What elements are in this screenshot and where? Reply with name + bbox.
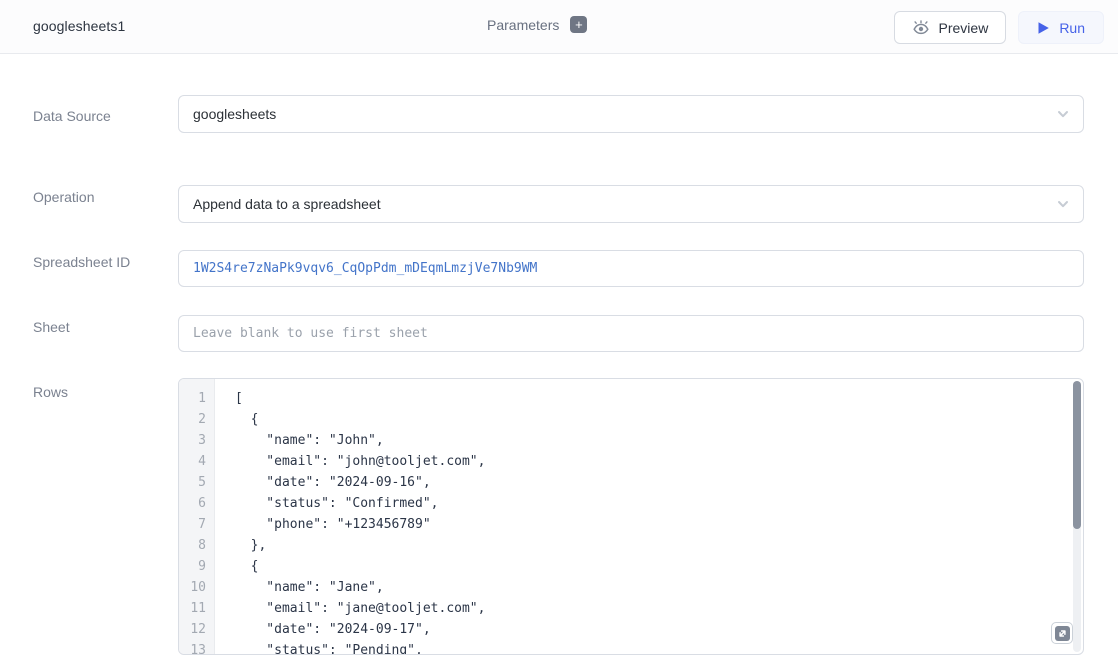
run-button[interactable]: Run (1018, 11, 1104, 44)
code-line: "email": "john@tooljet.com", (235, 451, 1083, 472)
line-number: 2 (179, 409, 206, 430)
line-number: 7 (179, 514, 206, 535)
parameters-group: Parameters + (487, 16, 587, 33)
sheet-label: Sheet (33, 319, 70, 335)
code-line: "status": "Pending", (235, 640, 1083, 654)
expand-editor-button[interactable] (1051, 622, 1073, 644)
query-editor-page: { "colors": { "accent_blue": "#4662e8", … (0, 0, 1118, 667)
play-icon (1037, 21, 1050, 35)
eye-icon (912, 20, 930, 35)
code-line: { (235, 409, 1083, 430)
line-number: 13 (179, 640, 206, 655)
spreadsheet-id-field (178, 250, 1084, 287)
code-line: "name": "Jane", (235, 577, 1083, 598)
spreadsheet-id-input[interactable] (193, 261, 1069, 276)
line-number: 6 (179, 493, 206, 514)
parameters-label: Parameters (487, 17, 559, 33)
operation-select[interactable]: Append data to a spreadsheet (178, 185, 1084, 223)
code-line: "name": "John", (235, 430, 1083, 451)
code-line: [ (235, 388, 1083, 409)
operation-label: Operation (33, 189, 94, 205)
line-number: 8 (179, 535, 206, 556)
line-number: 1 (179, 388, 206, 409)
code-line: "status": "Confirmed", (235, 493, 1083, 514)
chevron-down-icon (1055, 196, 1071, 212)
data-source-value: googlesheets (193, 106, 276, 122)
code-line: "date": "2024-09-16", (235, 472, 1083, 493)
header-actions: Preview Run (894, 11, 1104, 44)
add-parameter-button[interactable]: + (570, 16, 587, 33)
expand-icon (1055, 626, 1070, 641)
operation-value: Append data to a spreadsheet (193, 196, 381, 212)
rows-label: Rows (33, 384, 68, 400)
sheet-field (178, 315, 1084, 352)
query-form: Data Source googlesheets Operation Appen… (0, 55, 1118, 667)
query-name: googlesheets1 (33, 18, 125, 34)
run-button-label: Run (1059, 20, 1085, 36)
chevron-down-icon (1055, 106, 1071, 122)
editor-scrollbar-track[interactable] (1073, 381, 1081, 652)
preview-button[interactable]: Preview (894, 11, 1007, 44)
line-number: 4 (179, 451, 206, 472)
plus-icon: + (575, 18, 583, 31)
query-header: googlesheets1 Parameters + Preview (0, 0, 1118, 54)
preview-button-label: Preview (939, 20, 989, 36)
sheet-input[interactable] (193, 326, 1069, 341)
code-line: { (235, 556, 1083, 577)
code-line: "date": "2024-09-17", (235, 619, 1083, 640)
code-line: "phone": "+123456789" (235, 514, 1083, 535)
rows-editor-gutter: 12345678910111213 (179, 379, 215, 654)
code-line: }, (235, 535, 1083, 556)
line-number: 5 (179, 472, 206, 493)
line-number: 9 (179, 556, 206, 577)
editor-scrollbar-thumb[interactable] (1073, 381, 1081, 529)
line-number: 11 (179, 598, 206, 619)
rows-code-editor[interactable]: 12345678910111213 [ { "name": "John", "e… (178, 378, 1084, 655)
code-line: "email": "jane@tooljet.com", (235, 598, 1083, 619)
data-source-select[interactable]: googlesheets (178, 95, 1084, 133)
spreadsheet-id-label: Spreadsheet ID (33, 254, 130, 270)
rows-editor-code[interactable]: [ { "name": "John", "email": "john@toolj… (215, 379, 1083, 654)
line-number: 3 (179, 430, 206, 451)
data-source-label: Data Source (33, 108, 111, 124)
line-number: 10 (179, 577, 206, 598)
line-number: 12 (179, 619, 206, 640)
